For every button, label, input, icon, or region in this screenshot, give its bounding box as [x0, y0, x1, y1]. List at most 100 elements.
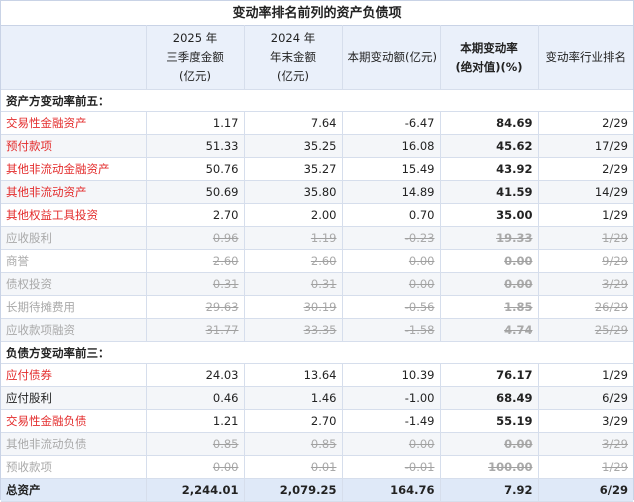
- row-item-name: 其他非流动金融资产: [1, 157, 147, 181]
- row-item-name: 债权投资: [1, 272, 147, 296]
- row-item-name: 交易性金融负债: [1, 409, 147, 433]
- row-rate: 19.33: [440, 226, 539, 250]
- row-change: -1.00: [342, 386, 441, 410]
- header-ye-year: 2024 年: [270, 31, 316, 45]
- table-body: 资产方变动率前五： 交易性金融资产 1.17 7.64 -6.47 84.69 2/29 预…: [1, 89, 633, 502]
- table-row: 其他非流动金融资产 50.76 35.27 15.49 43.92 2/29: [1, 157, 633, 181]
- row-rank: 1/29: [538, 203, 633, 227]
- row-change: -1.49: [342, 409, 441, 433]
- row-ye-amount: 2.70: [244, 409, 343, 433]
- row-rate: 55.19: [440, 409, 539, 433]
- row-change: -0.23: [342, 226, 441, 250]
- row-rate: 100.00: [440, 455, 539, 479]
- row-ye-amount: 2.00: [244, 203, 343, 227]
- table-row: 应付股利 0.46 1.46 -1.00 68.49 6/29: [1, 386, 633, 410]
- row-q3-amount: 0.96: [146, 226, 245, 250]
- row-change: 0.00: [342, 249, 441, 273]
- row-q3-amount: 31.77: [146, 318, 245, 342]
- row-q3-amount: 1.21: [146, 409, 245, 433]
- row-q3-amount: 0.00: [146, 455, 245, 479]
- table-row: 长期待摊费用 29.63 30.19 -0.56 1.85 26/29: [1, 295, 633, 319]
- row-rank: 1/29: [538, 363, 633, 387]
- row-q3-amount: 2.60: [146, 249, 245, 273]
- row-rate: 76.17: [440, 363, 539, 387]
- header-ye-unit: (亿元): [277, 69, 309, 83]
- row-q3-amount: 0.85: [146, 432, 245, 456]
- row-q3-amount: 29.63: [146, 295, 245, 319]
- table-row: 应收款项融资 31.77 33.35 -1.58 4.74 25/29: [1, 318, 633, 342]
- row-change: -0.56: [342, 295, 441, 319]
- row-item-name: 预付款项: [1, 134, 147, 158]
- table-row: 其他非流动资产 50.69 35.80 14.89 41.59 14/29: [1, 180, 633, 204]
- row-q3-amount: 1.17: [146, 111, 245, 135]
- row-ye-amount: 0.85: [244, 432, 343, 456]
- row-change: 10.39: [342, 363, 441, 387]
- row-rate: 45.62: [440, 134, 539, 158]
- row-rank: 14/29: [538, 180, 633, 204]
- header-q3-amount: 2025 年 三季度金额 (亿元): [146, 25, 245, 90]
- row-change: 0.70: [342, 203, 441, 227]
- header-rank: 变动率行业排名: [538, 25, 633, 90]
- table-row: 债权投资 0.31 0.31 0.00 0.00 3/29: [1, 272, 633, 296]
- row-rank: 3/29: [538, 272, 633, 296]
- row-item-name: 应收股利: [1, 226, 147, 250]
- header-q3-label: 三季度金额: [166, 50, 224, 64]
- row-item-name: 应收款项融资: [1, 318, 147, 342]
- row-rank: 1/29: [538, 226, 633, 250]
- table-row: 交易性金融资产 1.17 7.64 -6.47 84.69 2/29: [1, 111, 633, 135]
- row-q3-amount: 2.70: [146, 203, 245, 227]
- row-rate: 1.85: [440, 295, 539, 319]
- row-item-name: 其他权益工具投资: [1, 203, 147, 227]
- row-change: -6.47: [342, 111, 441, 135]
- table-title: 变动率排名前列的资产负债项: [1, 0, 633, 25]
- row-ye-amount: 0.31: [244, 272, 343, 296]
- total-ye-amount: 2,079.25: [244, 478, 343, 502]
- table-row: 应收股利 0.96 1.19 -0.23 19.33 1/29: [1, 226, 633, 250]
- row-q3-amount: 51.33: [146, 134, 245, 158]
- header-q3-year: 2025 年: [172, 31, 218, 45]
- row-change: 15.49: [342, 157, 441, 181]
- header-change: 本期变动额(亿元): [342, 25, 441, 90]
- row-ye-amount: 35.27: [244, 157, 343, 181]
- row-ye-amount: 7.64: [244, 111, 343, 135]
- total-rate: 7.92: [440, 478, 539, 502]
- row-change: 0.00: [342, 272, 441, 296]
- row-rate: 0.00: [440, 272, 539, 296]
- row-change: 14.89: [342, 180, 441, 204]
- liabilities-section-label: 负债方变动率前三：: [1, 341, 633, 364]
- total-name: 总资产: [1, 478, 147, 502]
- row-q3-amount: 24.03: [146, 363, 245, 387]
- row-rank: 1/29: [538, 455, 633, 479]
- header-row: 2025 年 三季度金额 (亿元) 2024 年 年末金额 (亿元) 本期变动额…: [1, 25, 633, 90]
- table-row: 其他权益工具投资 2.70 2.00 0.70 35.00 1/29: [1, 203, 633, 227]
- total-rank: 6/29: [538, 478, 633, 502]
- total-change: 164.76: [342, 478, 441, 502]
- table-row: 预付款项 51.33 35.25 16.08 45.62 17/29: [1, 134, 633, 158]
- row-ye-amount: 0.01: [244, 455, 343, 479]
- row-ye-amount: 30.19: [244, 295, 343, 319]
- row-rank: 9/29: [538, 249, 633, 273]
- row-rate: 84.69: [440, 111, 539, 135]
- row-ye-amount: 2.60: [244, 249, 343, 273]
- row-ye-amount: 35.80: [244, 180, 343, 204]
- balance-sheet-change-table-panel: 变动率排名前列的资产负债项 2025 年 三季度金额 (亿元) 2024 年 年…: [0, 0, 634, 502]
- header-rate: 本期变动率 (绝对值)(%): [440, 25, 539, 90]
- change-rank-table: 2025 年 三季度金额 (亿元) 2024 年 年末金额 (亿元) 本期变动额…: [1, 25, 633, 502]
- row-item-name: 应付债券: [1, 363, 147, 387]
- row-item-name: 其他非流动资产: [1, 180, 147, 204]
- header-rate-unit: (绝对值)(%): [455, 59, 523, 74]
- table-row: 交易性金融负债 1.21 2.70 -1.49 55.19 3/29: [1, 409, 633, 433]
- row-rank: 25/29: [538, 318, 633, 342]
- row-item-name: 长期待摊费用: [1, 295, 147, 319]
- liabilities-section-row: 负债方变动率前三：: [1, 341, 633, 364]
- row-rate: 4.74: [440, 318, 539, 342]
- row-ye-amount: 1.19: [244, 226, 343, 250]
- row-change: 0.00: [342, 432, 441, 456]
- row-rank: 2/29: [538, 111, 633, 135]
- total-q3-amount: 2,244.01: [146, 478, 245, 502]
- row-q3-amount: 0.31: [146, 272, 245, 296]
- row-rank: 3/29: [538, 432, 633, 456]
- header-ye-label: 年末金额: [270, 50, 316, 64]
- row-rate: 0.00: [440, 432, 539, 456]
- row-q3-amount: 50.76: [146, 157, 245, 181]
